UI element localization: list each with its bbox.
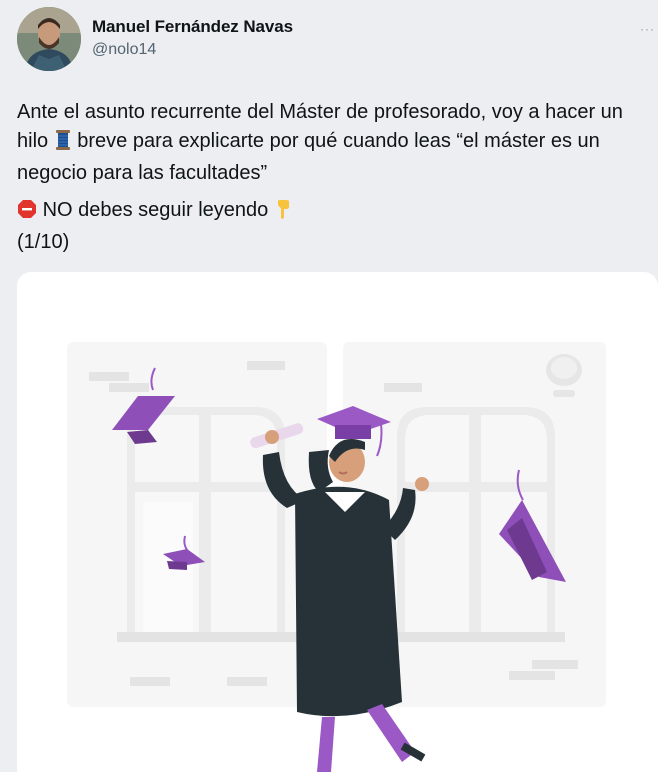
stop-sign-icon [17, 199, 37, 228]
author-handle[interactable]: @nolo14 [92, 41, 156, 59]
tweet-paragraph-1: Ante el asunto recurrente del Máster de … [17, 98, 642, 188]
pointing-down-icon [274, 199, 292, 228]
tweet-media-image[interactable] [17, 272, 658, 772]
tweet-thread-counter: (1/10) [17, 231, 70, 253]
author-name[interactable]: Manuel Fernández Navas [92, 17, 293, 37]
tweet-text: Ante el asunto recurrente del Máster de … [17, 98, 642, 257]
tweet: Manuel Fernández Navas @nolo14 ··· Ante … [0, 0, 658, 772]
more-options-icon[interactable]: ··· [640, 22, 655, 36]
graduation-illustration [67, 342, 606, 772]
tweet-text-part-2: breve para explicarte por qué cuando lea… [17, 130, 600, 184]
tweet-text-part-3: NO debes seguir leyendo [42, 199, 269, 221]
tweet-paragraph-2: NO debes seguir leyendo [17, 196, 642, 228]
spool-of-thread-icon [54, 130, 72, 159]
avatar[interactable] [17, 7, 81, 71]
